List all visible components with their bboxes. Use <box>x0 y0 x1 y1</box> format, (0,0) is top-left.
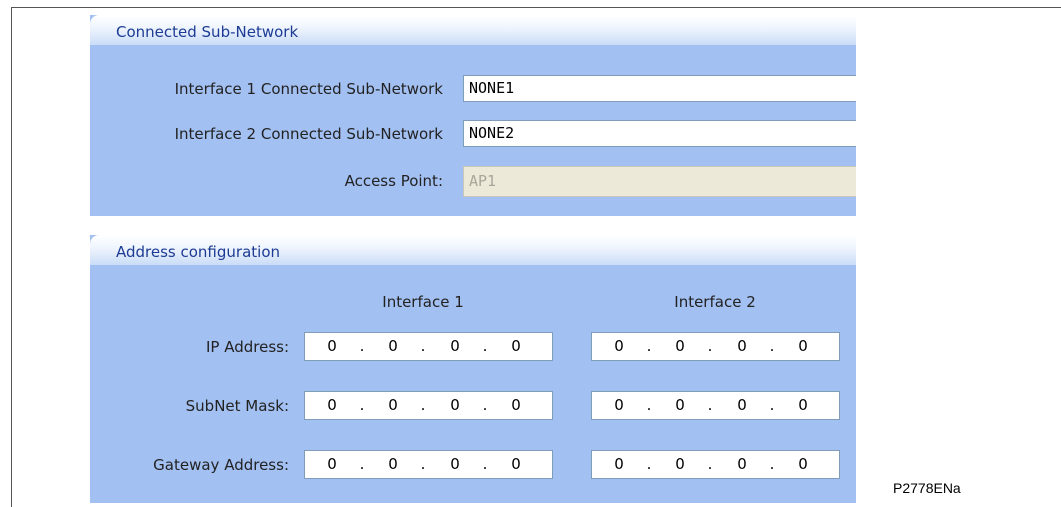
octet: 0 <box>737 455 747 473</box>
octet: 0 <box>675 337 685 355</box>
octet: 0 <box>388 455 398 473</box>
interface1-column-header: Interface 1 <box>382 293 464 311</box>
octet: 0 <box>511 396 521 414</box>
octet: 0 <box>798 396 808 414</box>
interface1-subnetwork-input[interactable]: NONE1 <box>463 75 856 102</box>
gateway-address-interface2-field[interactable]: 0 . 0 . 0 . 0 <box>591 450 840 479</box>
octet: 0 <box>675 396 685 414</box>
octet: 0 <box>614 337 624 355</box>
connected-subnetwork-panel: Connected Sub-Network Interface 1 Connec… <box>90 15 856 216</box>
ip-address-interface2-field[interactable]: 0 . 0 . 0 . 0 <box>591 332 840 361</box>
octet: 0 <box>798 455 808 473</box>
separator-dot: . <box>646 396 652 414</box>
separator-dot: . <box>420 396 426 414</box>
octet: 0 <box>388 337 398 355</box>
address-configuration-panel: Address configuration Interface 1 Interf… <box>90 235 856 503</box>
connected-subnetwork-title: Connected Sub-Network <box>116 23 299 41</box>
gateway-address-interface1-field[interactable]: 0 . 0 . 0 . 0 <box>304 450 553 479</box>
separator-dot: . <box>482 396 488 414</box>
octet: 0 <box>737 337 747 355</box>
subnet-mask-interface1-field[interactable]: 0 . 0 . 0 . 0 <box>304 391 553 420</box>
interface1-subnetwork-label: Interface 1 Connected Sub-Network <box>174 80 443 98</box>
octet: 0 <box>737 396 747 414</box>
separator-dot: . <box>359 396 365 414</box>
address-configuration-title: Address configuration <box>116 243 281 261</box>
octet: 0 <box>511 337 521 355</box>
interface2-subnetwork-input[interactable]: NONE2 <box>463 120 856 147</box>
frame-top-border <box>11 7 1061 8</box>
separator-dot: . <box>482 337 488 355</box>
octet: 0 <box>388 396 398 414</box>
separator-dot: . <box>359 337 365 355</box>
separator-dot: . <box>359 455 365 473</box>
separator-dot: . <box>646 455 652 473</box>
figure-code: P2778ENa <box>893 480 961 496</box>
separator-dot: . <box>769 337 775 355</box>
octet: 0 <box>614 396 624 414</box>
subnet-mask-label: SubNet Mask: <box>185 397 289 415</box>
separator-dot: . <box>646 337 652 355</box>
separator-dot: . <box>707 337 713 355</box>
octet: 0 <box>450 396 460 414</box>
access-point-label: Access Point: <box>344 172 443 190</box>
octet: 0 <box>450 337 460 355</box>
separator-dot: . <box>420 455 426 473</box>
octet: 0 <box>511 455 521 473</box>
separator-dot: . <box>707 396 713 414</box>
separator-dot: . <box>482 455 488 473</box>
separator-dot: . <box>769 455 775 473</box>
octet: 0 <box>675 455 685 473</box>
separator-dot: . <box>707 455 713 473</box>
frame-left-border <box>11 7 12 507</box>
separator-dot: . <box>420 337 426 355</box>
gateway-address-label: Gateway Address: <box>153 456 289 474</box>
interface2-column-header: Interface 2 <box>674 293 756 311</box>
octet: 0 <box>450 455 460 473</box>
connected-subnetwork-header: Connected Sub-Network <box>90 15 856 45</box>
address-configuration-header: Address configuration <box>90 235 856 265</box>
separator-dot: . <box>769 396 775 414</box>
octet: 0 <box>798 337 808 355</box>
interface2-subnetwork-label: Interface 2 Connected Sub-Network <box>174 125 443 143</box>
octet: 0 <box>327 396 337 414</box>
subnet-mask-interface2-field[interactable]: 0 . 0 . 0 . 0 <box>591 391 840 420</box>
octet: 0 <box>327 455 337 473</box>
octet: 0 <box>614 455 624 473</box>
octet: 0 <box>327 337 337 355</box>
ip-address-interface1-field[interactable]: 0 . 0 . 0 . 0 <box>304 332 553 361</box>
ip-address-label: IP Address: <box>205 338 289 356</box>
access-point-input: AP1 <box>463 166 856 197</box>
